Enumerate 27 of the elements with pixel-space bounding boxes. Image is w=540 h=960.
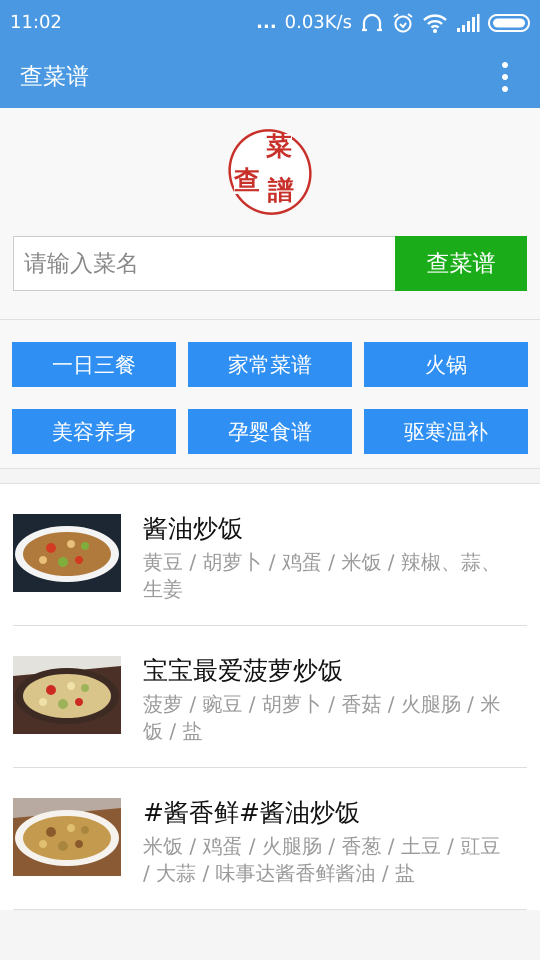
recipe-title: #酱香鲜#酱油炒饭 (143, 797, 361, 829)
status-dots: ... (256, 12, 277, 33)
alarm-clock-icon (392, 12, 414, 34)
headphones-icon (360, 12, 384, 34)
category-button[interactable]: 家常菜谱 (188, 342, 352, 387)
signal-icon (456, 12, 480, 32)
more-menu-icon[interactable] (500, 60, 510, 92)
recipe-ingredients: 菠萝 / 豌豆 / 胡萝卜 / 香菇 / 火腿肠 / 米饭 / 盐 (143, 691, 502, 745)
recipe-item[interactable]: 酱油炒饭 黄豆 / 胡萝卜 / 鸡蛋 / 米饭 / 辣椒、蒜、生姜 (13, 484, 527, 626)
recipe-title: 酱油炒饭 (143, 513, 244, 545)
category-button[interactable]: 一日三餐 (12, 342, 176, 387)
wifi-icon (422, 12, 448, 34)
category-button[interactable]: 火锅 (364, 342, 528, 387)
recipe-item[interactable]: 宝宝最爱菠萝炒饭 菠萝 / 豌豆 / 胡萝卜 / 香菇 / 火腿肠 / 米饭 / 盐 (13, 626, 527, 768)
status-time: 11:02 (10, 12, 62, 33)
battery-icon (488, 12, 530, 32)
recipe-ingredients: 米饭 / 鸡蛋 / 火腿肠 / 香葱 / 土豆 / 豇豆 / 大蒜 / 味事达酱香鲜酱油 / 盐 (143, 833, 502, 887)
app-title: 查菜谱 (20, 63, 89, 92)
search-button[interactable]: 查菜谱 (395, 236, 527, 291)
recipe-ingredients: 黄豆 / 胡萝卜 / 鸡蛋 / 米饭 / 辣椒、蒜、生姜 (143, 549, 502, 603)
category-button[interactable]: 驱寒温补 (364, 409, 528, 454)
network-speed: 0.03K/s (284, 12, 352, 33)
category-button[interactable]: 孕婴食谱 (188, 409, 352, 454)
recipe-title: 宝宝最爱菠萝炒饭 (143, 655, 344, 687)
recipe-item[interactable]: #酱香鲜#酱油炒饭 米饭 / 鸡蛋 / 火腿肠 / 香葱 / 土豆 / 豇豆 / 大蒜 / 味事达酱香鲜酱油 / 盐 (13, 768, 527, 910)
category-button[interactable]: 美容养身 (12, 409, 176, 454)
search-field[interactable]: 请输入菜名 (13, 236, 395, 291)
